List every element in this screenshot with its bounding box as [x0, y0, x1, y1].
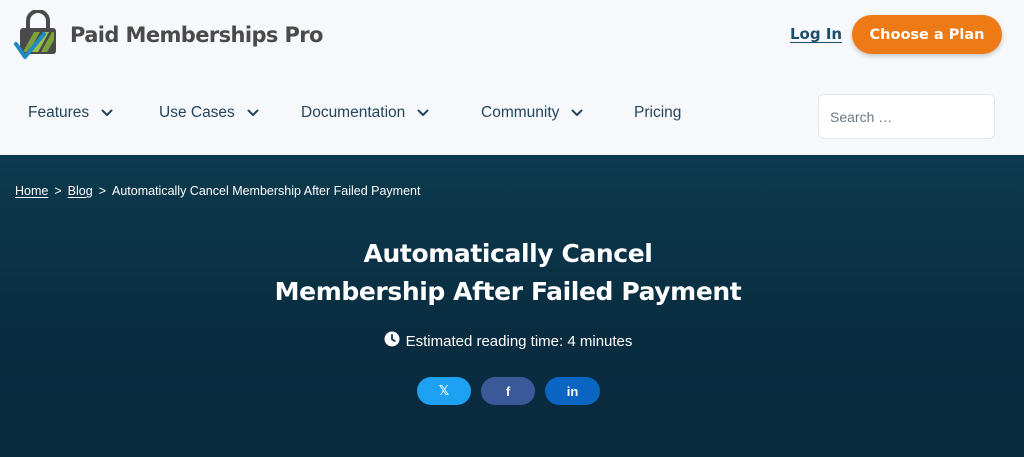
- nav-item-label: Documentation: [301, 104, 406, 121]
- site-header: Paid Memberships Pro Log In Choose a Pla…: [0, 0, 1024, 155]
- nav-item-documentation[interactable]: Documentation: [301, 104, 429, 122]
- share-facebook-button[interactable]: f: [481, 377, 535, 405]
- clock-icon: [384, 331, 400, 351]
- nav-item-features[interactable]: Features: [28, 104, 113, 122]
- page-title-line-1: Automatically Cancel: [363, 239, 653, 268]
- brand-name: Paid Memberships Pro: [70, 23, 323, 47]
- breadcrumb-current: Automatically Cancel Membership After Fa…: [112, 184, 421, 198]
- nav-item-pricing[interactable]: Pricing: [634, 104, 681, 122]
- choose-plan-button[interactable]: Choose a Plan: [852, 15, 1002, 54]
- chevron-down-icon: [571, 104, 583, 122]
- linkedin-icon: in: [566, 383, 579, 399]
- nav-item-community[interactable]: Community: [481, 104, 583, 122]
- breadcrumb-separator: >: [54, 184, 62, 198]
- breadcrumb: Home > Blog > Automatically Cancel Membe…: [15, 184, 420, 198]
- site-logo[interactable]: Paid Memberships Pro: [14, 10, 323, 60]
- article-hero: Home > Blog > Automatically Cancel Membe…: [0, 155, 1024, 457]
- reading-time-text: Estimated reading time: 4 minutes: [405, 332, 633, 350]
- page-title: Automatically Cancel Membership After Fa…: [212, 235, 804, 311]
- chevron-down-icon: [417, 104, 429, 122]
- search-input[interactable]: Search …: [818, 94, 995, 139]
- nav-item-label: Use Cases: [159, 104, 235, 121]
- lock-check-logo-icon: [14, 10, 56, 59]
- facebook-icon: f: [505, 383, 511, 399]
- breadcrumb-home-link[interactable]: Home: [15, 184, 48, 198]
- nav-item-label: Community: [481, 104, 560, 121]
- nav-item-use-cases[interactable]: Use Cases: [159, 104, 259, 122]
- share-x-button[interactable]: 𝕏: [417, 377, 471, 405]
- login-link[interactable]: Log In: [790, 25, 842, 43]
- x-icon: 𝕏: [438, 383, 450, 398]
- share-linkedin-button[interactable]: in: [545, 377, 600, 405]
- chevron-down-icon: [247, 104, 259, 122]
- breadcrumb-separator: >: [98, 184, 106, 198]
- nav-item-label: Features: [28, 104, 90, 121]
- reading-time: Estimated reading time: 4 minutes: [0, 331, 1016, 351]
- chevron-down-icon: [101, 104, 113, 122]
- nav-item-label: Pricing: [634, 104, 682, 121]
- breadcrumb-blog-link[interactable]: Blog: [68, 184, 93, 198]
- page-title-line-2: Membership After Failed Payment: [274, 277, 742, 306]
